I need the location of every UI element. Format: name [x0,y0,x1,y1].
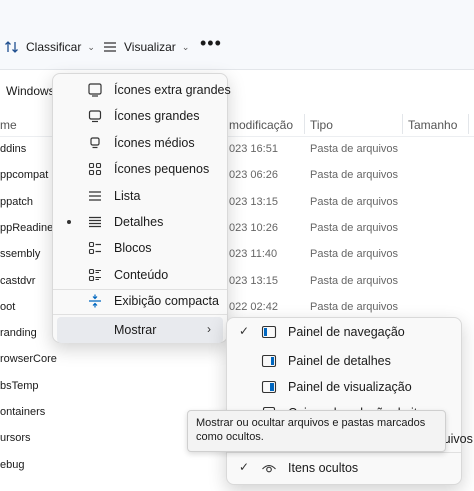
list-icon [89,190,101,201]
column-header-date[interactable]: modificação [229,118,293,132]
show-menu-item-label: Itens ocultos [288,461,359,475]
column-header-type[interactable]: Tipo [310,118,333,132]
more-icon: ••• [200,32,222,53]
hidden-items-icon [262,464,276,473]
compact-view-item[interactable]: Exibição compacta [57,288,223,314]
view-menu-item-label: Ícones médios [114,135,195,150]
view-icon [104,42,116,52]
chevron-down-icon: ⌄ [87,41,95,52]
view-menu-item[interactable]: Detalhes [57,209,223,235]
details-icon [89,216,101,228]
file-date: 023 11:40 [229,248,278,261]
chevron-down-icon: ⌄ [181,41,190,52]
details-pane-icon [261,354,277,368]
file-name: randing [0,327,37,340]
file-name: ssembly [0,248,41,261]
address-text: Windows [6,84,55,98]
column-divider[interactable] [304,114,305,134]
more-options-button[interactable]: ••• [200,32,222,54]
view-menu-item[interactable]: Blocos [57,235,223,261]
file-name: ppcompat [0,169,49,182]
file-type: Pasta de arquivos [310,248,399,261]
menu-divider [227,452,461,453]
view-menu-item[interactable]: Conteúdo [57,262,223,288]
column-header-size[interactable]: Tamanho [408,118,457,132]
view-menu-item-label: Ícones grandes [114,109,200,124]
grid-small-icon [88,163,102,176]
compact-view-icon [89,294,101,308]
file-name: ppatch [0,195,34,208]
show-menu-label: Mostrar [114,323,157,337]
show-menu-item[interactable]: Mostrar › [57,317,223,343]
view-menu: Ícones extra grandes Ícones grandes Ícones… [52,73,231,343]
file-date: 023 16:51 [229,143,278,155]
show-menu-item[interactable]: ✓ Itens ocultos [231,455,457,481]
navigation-pane-icon [261,325,277,339]
command-bar: Classificar ⌄ Visualizar ⌄ ••• [0,0,474,70]
file-date: 023 13:15 [229,274,278,287]
monitor-medium-icon [90,137,100,148]
show-menu-item[interactable]: ✓ Painel de navegação [231,319,457,345]
show-menu-item-label: Painel de visualização [288,380,412,394]
file-date: 023 06:26 [229,169,278,182]
sort-button[interactable]: Classificar ⌄ [4,36,95,58]
file-type: Pasta de arquivos [310,169,399,182]
view-menu-item-label: Ícones pequenos [114,162,210,177]
file-type: Pasta de arquivos [310,143,399,155]
view-menu-item[interactable]: Ícones extra grandes [57,77,231,103]
view-button[interactable]: Visualizar ⌄ [102,36,189,58]
file-date: 023 10:26 [229,221,278,234]
content-icon [88,268,101,281]
show-menu-item-label: Painel de navegação [288,325,405,339]
file-date: 022 02:42 [229,300,278,313]
file-type: Pasta de arquivos [310,221,399,234]
show-menu-item-label: Painel de detalhes [288,354,391,368]
view-menu-item[interactable]: Lista [57,183,223,209]
show-menu-item[interactable]: Painel de detalhes [231,348,457,374]
column-divider[interactable] [468,114,469,134]
compact-view-label: Exibição compacta [114,294,219,308]
file-name: ebug [0,458,25,471]
chevron-right-icon: › [207,322,211,336]
file-date: 023 13:15 [229,195,278,208]
view-menu-item-label: Detalhes [114,215,164,229]
sort-icon [5,41,18,53]
file-name: bsTemp [0,379,39,392]
tooltip: Mostrar ou ocultar arquivos e pastas mar… [187,410,446,452]
file-name: ontainers [0,406,46,418]
selected-bullet-icon [67,220,71,224]
monitor-large-icon [88,110,102,123]
tiles-icon [88,242,101,255]
menu-divider [53,314,227,315]
view-menu-item-label: Blocos [114,241,152,256]
column-header-name[interactable]: me [0,118,17,132]
tooltip-text: Mostrar ou ocultar arquivos e pastas mar… [196,417,426,443]
view-menu-item[interactable]: Ícones pequenos [57,156,223,182]
file-name: castdvr [0,274,36,287]
check-icon: ✓ [239,460,250,474]
file-type: Pasta de arquivos [310,300,399,313]
view-menu-item[interactable]: Ícones grandes [57,103,223,129]
view-label: Visualizar [124,40,176,54]
view-menu-item-label: Conteúdo [114,267,169,282]
column-divider[interactable] [402,114,403,134]
monitor-xl-icon [88,83,102,97]
sort-label: Classificar [26,40,82,54]
show-submenu: ✓ Painel de navegação Painel de detalhes Pa… [226,317,473,485]
file-name: ursors [0,432,31,445]
check-icon: ✓ [239,324,250,338]
file-type: Pasta de arquivos [310,195,399,208]
view-menu-item-label: Lista [114,188,141,203]
file-name: ddins [0,143,27,155]
view-menu-item[interactable]: Ícones médios [57,130,223,156]
preview-pane-icon [261,380,277,394]
file-name: rowserCore [0,353,57,366]
file-type: Pasta de arquivos [310,274,399,287]
file-name: ppReadines [0,221,59,234]
file-name: oot [0,300,16,313]
view-menu-item-label: Ícones extra grandes [114,83,231,97]
show-menu-item[interactable]: Painel de visualização [231,374,457,400]
